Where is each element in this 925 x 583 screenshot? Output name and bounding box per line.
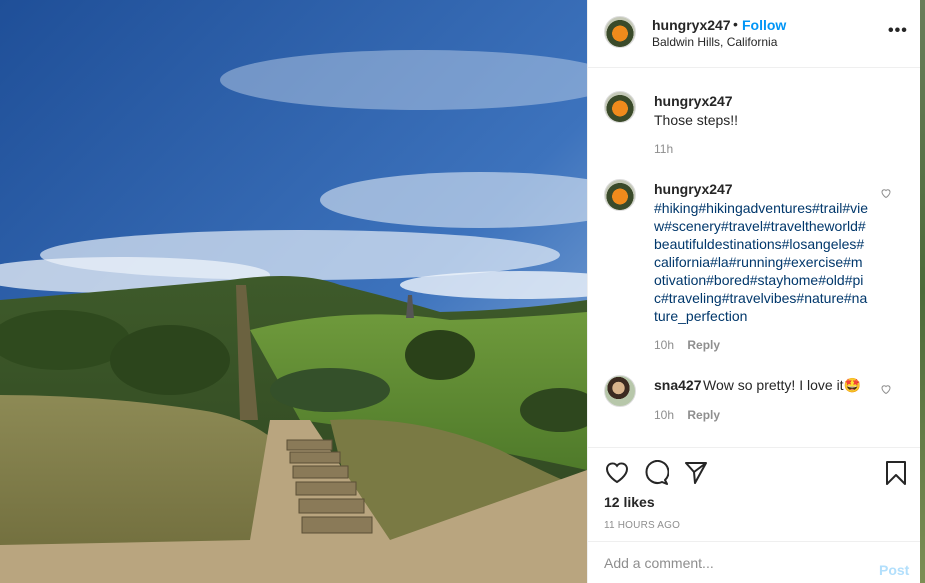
avatar[interactable] bbox=[604, 375, 636, 407]
comment-username[interactable]: hungryx247 bbox=[654, 181, 733, 197]
add-comment-bar: Post bbox=[588, 541, 921, 583]
landscape-photo bbox=[0, 0, 587, 583]
post-panel: hungryx247 • Follow Baldwin Hills, Calif… bbox=[587, 0, 921, 583]
comment-time: 10h bbox=[654, 408, 675, 422]
comment-text: Wow so pretty! I love it🤩 bbox=[703, 377, 861, 393]
comment-like-icon[interactable] bbox=[880, 187, 892, 202]
share-icon[interactable] bbox=[684, 460, 708, 489]
location-link[interactable]: Baldwin Hills, California bbox=[652, 35, 777, 49]
comment-hashtags[interactable]: #hiking#hikingadventures#trail#view#scen… bbox=[654, 199, 869, 325]
post-header: hungryx247 • Follow Baldwin Hills, Calif… bbox=[588, 0, 921, 68]
separator-dot: • bbox=[733, 16, 738, 32]
comment-meta: 10h Reply bbox=[654, 408, 720, 422]
caption-time: 11h bbox=[654, 142, 674, 156]
comment-icon[interactable] bbox=[643, 460, 670, 491]
post-photo[interactable] bbox=[0, 0, 587, 583]
comment-like-icon[interactable] bbox=[880, 383, 892, 398]
post-comment-button[interactable]: Post bbox=[879, 562, 909, 578]
reply-button[interactable]: Reply bbox=[687, 408, 720, 422]
author-username[interactable]: hungryx247 bbox=[652, 17, 731, 33]
comment-meta: 10h Reply bbox=[654, 338, 720, 352]
avatar[interactable] bbox=[604, 179, 636, 211]
heart-icon[interactable] bbox=[604, 460, 630, 489]
comment-input[interactable] bbox=[604, 553, 854, 573]
follow-button[interactable]: Follow bbox=[742, 17, 786, 33]
likes-count[interactable]: 12 likes bbox=[604, 494, 655, 510]
comment-username[interactable]: sna427 bbox=[654, 377, 701, 393]
post-timestamp: 11 HOURS AGO bbox=[604, 520, 681, 531]
avatar[interactable] bbox=[604, 91, 636, 123]
more-options-icon[interactable]: ••• bbox=[888, 22, 908, 40]
background-edge bbox=[920, 0, 925, 583]
bookmark-icon[interactable] bbox=[885, 460, 907, 491]
comment-time: 10h bbox=[654, 338, 675, 352]
avatar[interactable] bbox=[604, 16, 636, 48]
caption-username[interactable]: hungryx247 bbox=[654, 93, 733, 109]
reply-button[interactable]: Reply bbox=[687, 338, 720, 352]
caption-text: Those steps!! bbox=[654, 112, 739, 128]
action-bar: 12 likes 11 HOURS AGO bbox=[588, 447, 921, 541]
